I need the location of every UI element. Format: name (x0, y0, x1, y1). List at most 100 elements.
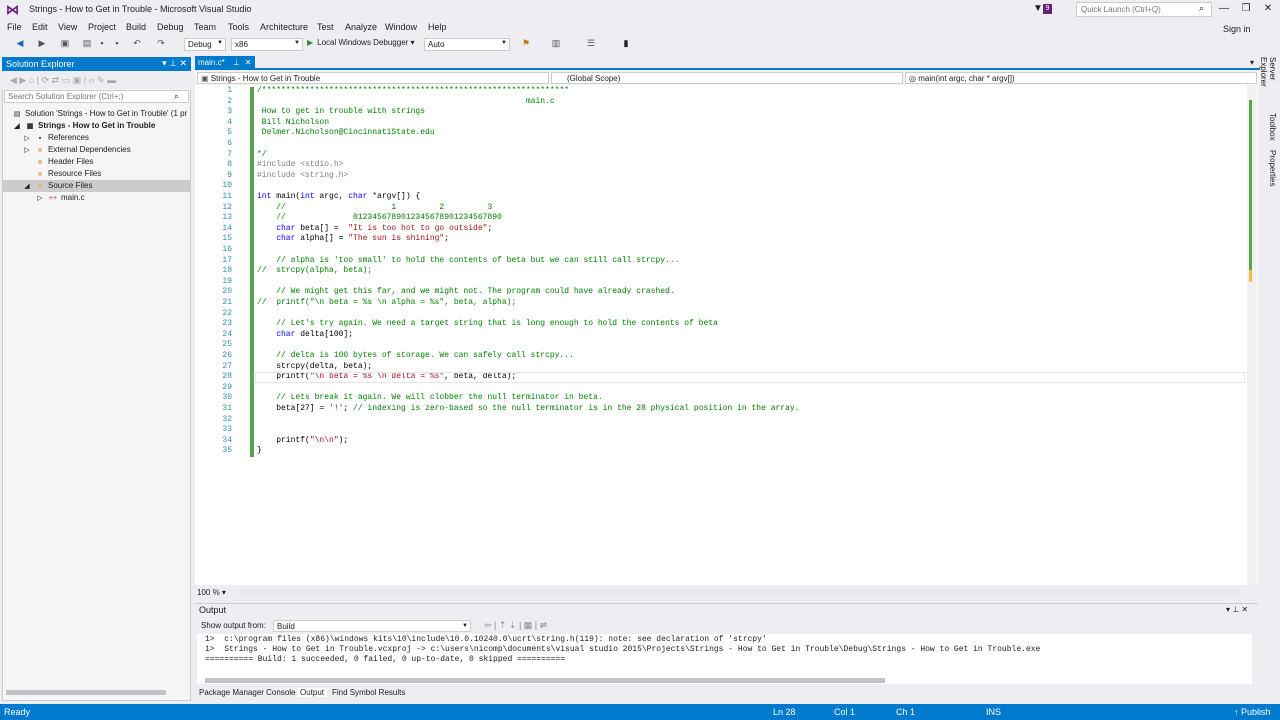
editor-horizontal-scrollbar[interactable] (240, 590, 1240, 596)
output-scrollbar[interactable] (205, 678, 885, 683)
code-line[interactable]: // Let's try again. We need a target str… (257, 319, 718, 330)
panel-controls-icon[interactable]: ▾ ⊥ ✕ (1226, 605, 1248, 614)
code-line[interactable]: char delta[100]; (257, 330, 353, 341)
find-icon[interactable]: ⚑ (520, 38, 532, 49)
debug-target-select[interactable]: Auto ▼ (424, 38, 510, 51)
menu-team[interactable]: Team (194, 22, 216, 32)
tab-find-symbol-results[interactable]: Find Symbol Results (332, 688, 405, 697)
open-file-icon[interactable]: ▤ (81, 38, 93, 49)
code-line[interactable]: main.c (257, 97, 555, 108)
code-line[interactable]: // We might get this far, and we might n… (257, 287, 674, 298)
menu-build[interactable]: Build (126, 22, 146, 32)
platform-select[interactable]: x86 ▼ (231, 38, 303, 51)
code-line[interactable]: // strcpy(alpha, beta); (257, 266, 372, 277)
code-line[interactable]: beta[27] = '!'; // indexing is zero-base… (257, 404, 799, 415)
back-icon[interactable]: ◀ (14, 38, 26, 49)
line-number: 7 (227, 149, 232, 159)
output-source-select[interactable]: Build ▼ (273, 620, 471, 632)
line-number: 26 (222, 351, 232, 360)
tree-external-dependencies[interactable]: ▷ ■ External Dependencies (22, 144, 130, 156)
start-debugger-button[interactable]: ▶ Local Windows Debugger ▾ (307, 38, 415, 47)
menu-window[interactable]: Window (385, 22, 417, 32)
pin-icon[interactable]: ▾ ⊥ ✕ (162, 58, 187, 69)
tab-properties[interactable]: Properties (1263, 150, 1277, 192)
menu-analyze[interactable]: Analyze (345, 22, 377, 32)
line-number: 2 (227, 96, 232, 106)
output-toolbar-icons[interactable]: ⇦ | ⇡ ⇣ | ▦ | ⇌ (484, 620, 547, 631)
menu-file[interactable]: File (7, 22, 22, 32)
code-line[interactable]: } (257, 446, 262, 457)
output-line: ========== Build: 1 succeeded, 0 failed,… (205, 655, 566, 664)
tree-resource-files[interactable]: ■ Resource Files (35, 168, 101, 180)
code-line[interactable]: /***************************************… (257, 86, 569, 97)
code-line[interactable]: Delmer.Nicholson@CincinnatiState.edu (257, 128, 435, 139)
indent-icon[interactable]: ☰ (585, 38, 597, 49)
code-line[interactable]: printf("\n\n"); (257, 436, 348, 447)
menu-edit[interactable]: Edit (32, 22, 48, 32)
undo-icon[interactable]: ↶ (131, 38, 143, 49)
scope-nav-select[interactable]: (Global Scope) (551, 72, 903, 84)
solution-search-input[interactable]: Search Solution Explorer (Ctrl+;) (4, 90, 189, 103)
zoom-select[interactable]: 100 % ▾ (197, 588, 226, 597)
new-project-icon[interactable]: ▣ (59, 38, 71, 49)
tree-solution[interactable]: ▤ Solution 'Strings - How to Get in Troub… (12, 108, 190, 120)
restore-button[interactable]: ❐ (1239, 3, 1253, 14)
code-line[interactable]: How to get in trouble with strings (257, 107, 425, 118)
code-line[interactable]: // Lets break it again. We will clobber … (257, 393, 602, 404)
save-icon[interactable]: ▪ (96, 38, 108, 48)
tree-project[interactable]: ◢ ▦ Strings - How to Get in Trouble (12, 120, 190, 132)
code-line[interactable]: */ (257, 150, 267, 161)
tab-server-explorer[interactable]: Server Explorer (1259, 57, 1277, 109)
quick-launch-input[interactable]: Quick Launch (Ctrl+Q) (1076, 2, 1212, 17)
breakpoint-icon[interactable]: ▥ (550, 38, 562, 49)
tab-dropdown-icon[interactable]: ▾ (1250, 58, 1254, 67)
menu-help[interactable]: Help (428, 22, 447, 32)
tree-references[interactable]: ▷ ▪ References (22, 132, 89, 144)
code-line[interactable]: // printf("\n beta = %s \n alpha = %s", … (257, 298, 516, 309)
search-icon[interactable]: ⌕ (1199, 3, 1204, 14)
menu-debug[interactable]: Debug (157, 22, 184, 32)
code-line[interactable]: // 1 2 3 (257, 203, 492, 214)
publish-button[interactable]: ↑ Publish (1234, 707, 1271, 717)
menu-architecture[interactable]: Architecture (260, 22, 308, 32)
tree-main-c[interactable]: ▷ ++ main.c (35, 192, 84, 204)
code-line[interactable]: // 0123456789012345678901234567890 (257, 213, 502, 224)
bookmark-icon[interactable]: ▮ (620, 38, 632, 49)
tab-package-manager-console[interactable]: Package Manager Console (199, 688, 296, 697)
menu-tools[interactable]: Tools (228, 22, 249, 32)
tab-main-c[interactable]: main.c* ⊥ ✕ (195, 56, 255, 70)
close-button[interactable]: ✕ (1261, 3, 1275, 14)
project-nav-select[interactable]: ▣ Strings - How to Get in Trouble (197, 72, 549, 84)
back-icon[interactable]: ◀ ▶ ⌂ | ⟳ ⇄ ▭ ▣ | ‹› ✎ ▬ (10, 75, 116, 86)
menu-view[interactable]: View (58, 22, 77, 32)
code-line[interactable]: char beta[] = "It is too hot to go outsi… (257, 224, 492, 235)
menu-project[interactable]: Project (88, 22, 116, 32)
sign-in-link[interactable]: Sign in (1223, 24, 1251, 34)
code-line[interactable]: Bill Nicholson (257, 118, 329, 129)
minimize-button[interactable]: — (1217, 3, 1231, 14)
expanded-icon: ◢ (14, 123, 20, 130)
forward-icon[interactable]: ▶ (36, 38, 48, 49)
close-icon[interactable]: ✕ (245, 58, 252, 67)
code-editor[interactable] (195, 85, 1258, 585)
horizontal-scrollbar[interactable] (6, 690, 166, 695)
code-line[interactable]: #include <stdio.h> (257, 160, 343, 171)
code-line[interactable]: // alpha is 'too small' to hold the cont… (257, 256, 679, 267)
code-line[interactable]: strcpy(delta, beta); (257, 362, 372, 373)
tree-header-files[interactable]: ■ Header Files (35, 156, 93, 168)
tab-toolbox[interactable]: Toolbox (1263, 113, 1277, 148)
configuration-select[interactable]: Debug ▼ (184, 38, 226, 51)
save-all-icon[interactable]: ▪ (111, 38, 123, 48)
filter-icon[interactable]: ▼ (1033, 3, 1043, 14)
code-line[interactable]: char alpha[] = "The sun is shining"; (257, 234, 449, 245)
notification-badge[interactable]: 9 (1043, 4, 1052, 14)
pin-icon[interactable]: ⊥ (233, 58, 240, 67)
tree-source-files[interactable]: ◢ ■ Source Files (3, 180, 190, 192)
menu-test[interactable]: Test (317, 22, 334, 32)
function-nav-select[interactable]: ◎ main(int argc, char * argv[]) (905, 72, 1257, 84)
code-line[interactable]: // delta is 100 bytes of storage. We can… (257, 351, 574, 362)
redo-icon[interactable]: ↷ (155, 38, 167, 49)
code-line[interactable]: int main(int argc, char *argv[]) { (257, 192, 420, 203)
code-line[interactable]: #include <string.h> (257, 171, 348, 182)
tab-output[interactable]: Output (297, 688, 328, 697)
